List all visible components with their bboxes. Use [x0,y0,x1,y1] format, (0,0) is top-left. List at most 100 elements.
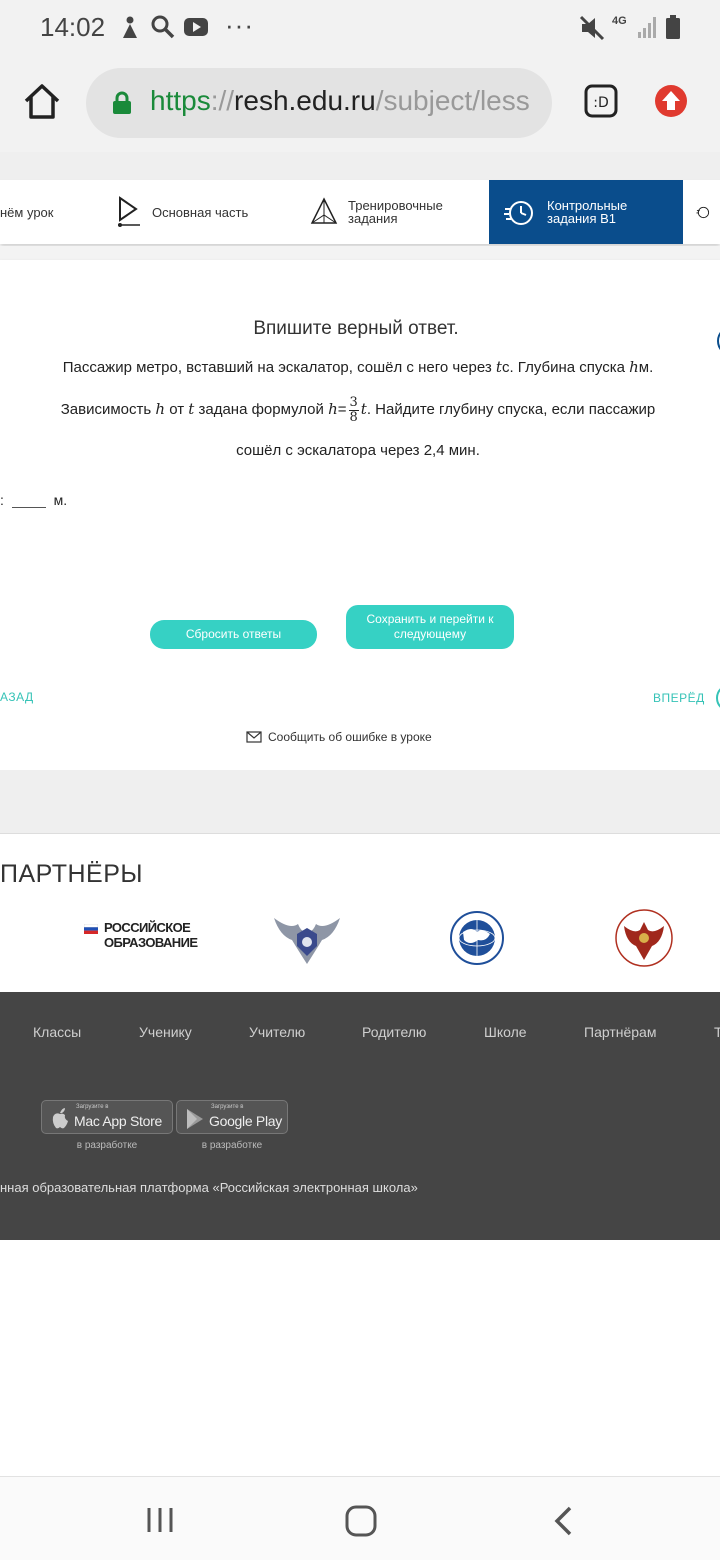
task-text-line2: Зависимость h от t задана формулой h= 3 8 t… [0,388,718,430]
forward-link[interactable]: ВПЕРЁД [653,691,705,705]
answer-input[interactable] [11,494,46,508]
logo-line1: РОССИЙСКОЕ [104,920,191,935]
task-text: . Найдите глубину спуска, если пассажир [366,401,656,418]
notification-icon [118,14,142,45]
footer-link-classes[interactable]: Классы [33,1024,81,1040]
battery-icon [664,14,682,45]
lesson-tabs: нём урок Основная часть Тренировочные зад… [0,180,720,244]
geographic-society-globe-icon[interactable] [444,910,510,971]
button-label-line2: следующему [393,627,467,641]
footer: Классы Ученику Учителю Родителю Школе Па… [0,992,720,1240]
tab-label-wrap: Тренировочные задания [348,199,443,225]
play-icon [118,196,140,227]
url-separator: :// [210,85,235,116]
flag-icon [84,924,98,934]
math-var-h: h [629,358,639,376]
save-next-button[interactable]: Сохранить и перейти к следующему [346,605,514,649]
google-play-badge[interactable]: Загрузите в Google Play [176,1100,288,1134]
svg-text::D: :D [593,95,609,111]
url-text[interactable]: https://resh.edu.ru/subject/less [150,85,530,117]
back-link[interactable]: АЗАД [0,690,34,704]
browser-toolbar: https://resh.edu.ru/subject/less :D [0,56,720,152]
tab-main-part[interactable]: Основная часть [116,180,286,244]
ministry-emblem-icon[interactable] [272,910,342,971]
apple-icon [52,1108,68,1129]
tab-training[interactable]: Тренировочные задания [310,180,488,244]
status-time: 14:02 [40,12,106,42]
tab-switcher-icon[interactable]: :D [584,84,618,123]
stopwatch-icon [504,201,533,225]
mute-icon [578,14,606,47]
task-text: м. [638,359,654,376]
play-store-icon [187,1109,203,1129]
partner-logo-text: РОССИЙСКОЕ ОБРАЗОВАНИЕ [104,920,198,950]
forward-arrow-icon[interactable] [712,684,720,717]
stopwatch-icon [696,206,710,219]
math-var-t: t [188,400,195,418]
url-path: /subject/less [375,85,530,116]
status-bar: 14:02 ··· 4G [0,0,720,56]
partners-title: ПАРТНЁРЫ [0,860,144,888]
more-dots-icon: ··· [225,10,254,40]
help-circle-icon[interactable] [716,326,720,361]
url-host: resh.edu.ru [234,85,376,116]
task-title: Впишите верный ответ. [253,318,459,339]
search-icon [150,14,176,45]
tab-label-line2: задания [348,211,398,226]
reset-answers-button[interactable]: Сбросить ответы [150,620,317,649]
badge-caption: Загрузите в [76,1104,109,1110]
tab-label: Основная часть [152,204,249,220]
footer-copyright: нная образовательная платформа «Российск… [0,1180,418,1195]
pyramid-icon [310,197,338,224]
partner-logo-russian-education[interactable]: РОССИЙСКОЕ ОБРАЗОВАНИЕ [84,920,198,950]
app-store-badge[interactable]: Загрузите в Mac App Store [41,1100,173,1134]
tab-label-line2: задания В1 [547,211,616,226]
button-label: Сохранить и перейти к [366,612,494,626]
footer-link-teacher[interactable]: Учителю [249,1024,305,1040]
footer-link-partial[interactable]: Т [714,1024,720,1040]
tab-next-partial[interactable] [696,180,720,244]
answer-prefix: : [0,492,4,508]
tab-label: нём урок [0,204,54,220]
recent-apps-icon[interactable] [144,1505,176,1540]
spacer [0,770,720,834]
task-text-line3: сошёл с эскалатора через 2,4 мин. [236,442,480,459]
tab-lesson-start[interactable]: нём урок [0,180,100,244]
answer-unit: м. [53,492,68,508]
network-type: 4G [612,15,627,27]
system-navigation-bar [0,1476,720,1560]
logo-line2: ОБРАЗОВАНИЕ [104,935,198,950]
task-text: от [169,401,185,418]
military-historical-society-emblem-icon[interactable] [612,908,676,973]
footer-link-partners[interactable]: Партнёрам [584,1024,656,1040]
footer-link-parent[interactable]: Родителю [362,1024,426,1040]
fraction-numerator: 3 [348,394,359,411]
tab-label-wrap: Контрольные задания В1 [547,199,627,225]
fraction: 38 [348,394,359,425]
task-text: с. Глубина спуска [501,359,625,376]
math-var-h: h [155,400,166,418]
address-bar[interactable]: https://resh.edu.ru/subject/less [86,68,552,138]
task-text: задана формулой [198,401,324,418]
home-icon[interactable] [22,82,62,127]
signal-icon [637,14,659,45]
answer-row: : м. [0,492,67,508]
report-error-link[interactable]: Сообщить об ошибке в уроке [246,730,432,744]
google-play-note: в разработке [201,1140,263,1151]
lock-icon [112,91,132,120]
tab-control-b1[interactable]: Контрольные задания В1 [489,180,683,244]
math-var-h: h [328,400,338,418]
mail-icon [246,731,262,743]
task-card: Впишите верный ответ. Пассажир метро, вс… [0,260,720,770]
home-button-icon[interactable] [344,1504,378,1543]
footer-link-student[interactable]: Ученику [139,1024,192,1040]
footer-link-school[interactable]: Школе [484,1024,527,1040]
task-text: Зависимость [60,401,152,418]
task-text: Пассажир метро, вставший на эскалатор, с… [62,359,492,376]
upgrade-icon[interactable] [654,84,688,123]
math-equals: = [337,401,347,418]
app-store-note: в разработке [76,1140,138,1151]
badge-name: Mac App Store [74,1113,162,1129]
spacer [0,246,720,260]
back-button-icon[interactable] [550,1504,576,1543]
